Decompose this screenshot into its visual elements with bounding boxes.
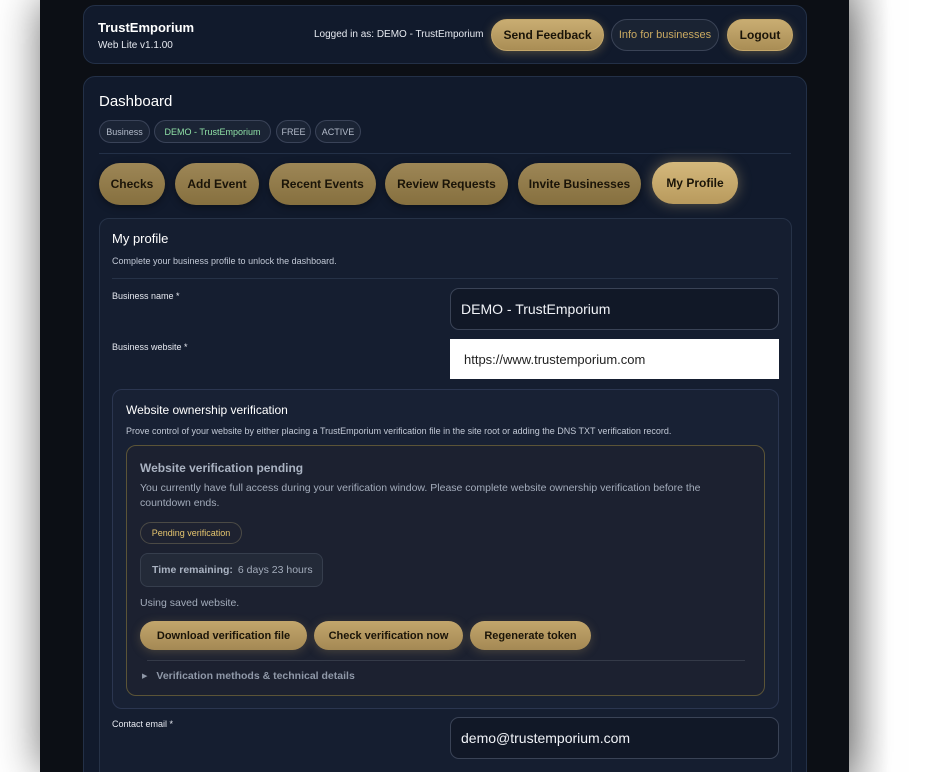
disclosure-triangle-icon: ▶ <box>142 673 148 680</box>
tab-review-requests[interactable]: Review Requests <box>385 163 508 205</box>
verification-pending-box: Website verification pending You current… <box>126 445 765 696</box>
download-verification-file-button[interactable]: Download verification file <box>140 621 307 650</box>
business-name-label: Business name * <box>112 291 180 301</box>
contact-email-field[interactable]: demo@trustemporium.com <box>450 717 779 759</box>
time-remaining-box: Time remaining: 6 days 23 hours <box>140 553 323 587</box>
tab-checks[interactable]: Checks <box>99 163 165 205</box>
contact-email-label: Contact email * <box>112 719 174 729</box>
status-badge: ACTIVE <box>315 120 361 143</box>
pending-verification-badge: Pending verification <box>140 522 242 544</box>
check-verification-button[interactable]: Check verification now <box>314 621 463 650</box>
profile-subtitle: Complete your business profile to unlock… <box>112 256 337 266</box>
business-website-label: Business website * <box>112 342 188 352</box>
logged-in-status: Logged in as: DEMO - TrustEmporium <box>314 29 484 40</box>
account-type-badge: Business <box>99 120 150 143</box>
top-header: TrustEmporium Web Lite v1.1.00 Logged in… <box>83 5 807 64</box>
website-verification-section: Website ownership verification Prove con… <box>112 389 779 709</box>
profile-title: My profile <box>112 231 169 246</box>
dashboard-title: Dashboard <box>99 93 173 110</box>
app-shell: TrustEmporium Web Lite v1.1.00 Logged in… <box>40 0 849 772</box>
verification-description: Prove control of your website by either … <box>126 426 672 436</box>
regenerate-token-button[interactable]: Regenerate token <box>470 621 591 650</box>
info-for-businesses-button[interactable]: Info for businesses <box>611 19 719 51</box>
verification-title: Website ownership verification <box>126 403 288 417</box>
pending-title: Website verification pending <box>140 461 304 475</box>
time-remaining-label: Time remaining: <box>152 564 233 576</box>
tab-recent-events[interactable]: Recent Events <box>269 163 376 205</box>
app-version: Web Lite v1.1.00 <box>98 40 173 51</box>
plan-badge: FREE <box>276 120 311 143</box>
business-name-field[interactable]: DEMO - TrustEmporium <box>450 288 779 330</box>
details-divider <box>147 660 745 661</box>
verification-details-toggle[interactable]: ▶ Verification methods & technical detai… <box>142 670 355 682</box>
my-profile-panel: My profile Complete your business profil… <box>99 218 792 772</box>
business-name-badge: DEMO - TrustEmporium <box>154 120 271 143</box>
time-remaining-value: 6 days 23 hours <box>237 564 313 576</box>
business-website-field[interactable]: https://www.trustemporium.com <box>450 339 779 379</box>
tab-invite-businesses[interactable]: Invite Businesses <box>518 163 641 205</box>
tab-add-event[interactable]: Add Event <box>175 163 259 205</box>
pending-text: You currently have full access during yo… <box>140 482 701 509</box>
send-feedback-button[interactable]: Send Feedback <box>491 19 604 51</box>
brand-name: TrustEmporium <box>98 20 195 35</box>
tab-my-profile[interactable]: My Profile <box>652 162 738 204</box>
header-divider <box>99 153 791 154</box>
saved-website-note: Using saved website. <box>140 597 240 609</box>
verification-details-label: Verification methods & technical details <box>156 670 355 682</box>
window-shadow <box>849 0 889 772</box>
profile-divider <box>112 278 778 279</box>
dashboard-card: Dashboard Business DEMO - TrustEmporium … <box>83 76 807 772</box>
logout-button[interactable]: Logout <box>727 19 793 51</box>
